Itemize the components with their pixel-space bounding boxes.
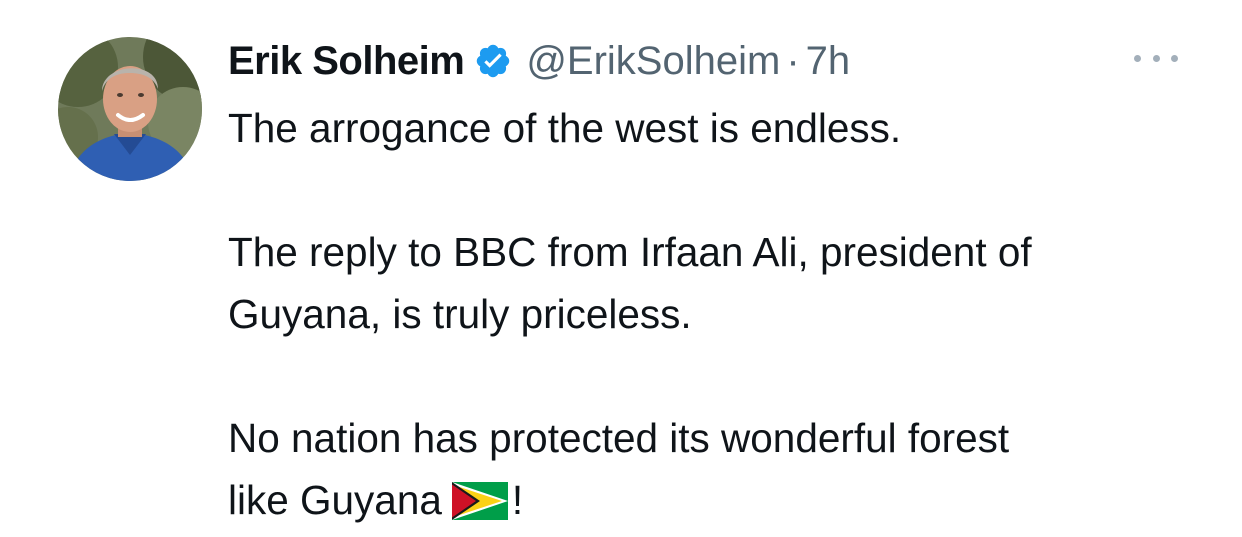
verified-badge-icon (474, 42, 512, 80)
tweet-paragraph-3-end: ! (511, 477, 524, 523)
tweet-paragraph-3-text: like Guyana (228, 477, 442, 523)
more-options-icon[interactable] (1134, 46, 1178, 70)
tweet-paragraph-2-line-1: The reply to BBC from Irfaan Ali, presid… (228, 229, 1032, 275)
tweet-text: The arrogance of the west is endless. Th… (228, 97, 1218, 537)
more-dot (1152, 54, 1160, 62)
separator-dot: · (786, 38, 800, 83)
tweet[interactable]: Erik Solheim @ErikSolheim · 7h The arrog… (0, 0, 1242, 531)
tweet-paragraph-3-line-1: No nation has protected its wonderful fo… (228, 415, 1010, 461)
tweet-paragraph-3-line-2: like Guyana ! (228, 469, 1218, 537)
tweet-paragraph-2-line-2: Guyana, is truly priceless. (228, 291, 692, 337)
author-name[interactable]: Erik Solheim (228, 39, 465, 84)
tweet-paragraph-1: The arrogance of the west is endless. (228, 105, 902, 151)
more-dot (1171, 54, 1178, 62)
more-dot (1134, 54, 1141, 62)
author-handle[interactable]: @ErikSolheim (526, 39, 780, 84)
tweet-header: Erik Solheim @ErikSolheim · 7h (228, 36, 850, 86)
guyana-flag-icon (451, 475, 508, 537)
tweet-timestamp[interactable]: 7h (806, 39, 851, 84)
author-avatar[interactable] (58, 37, 202, 181)
